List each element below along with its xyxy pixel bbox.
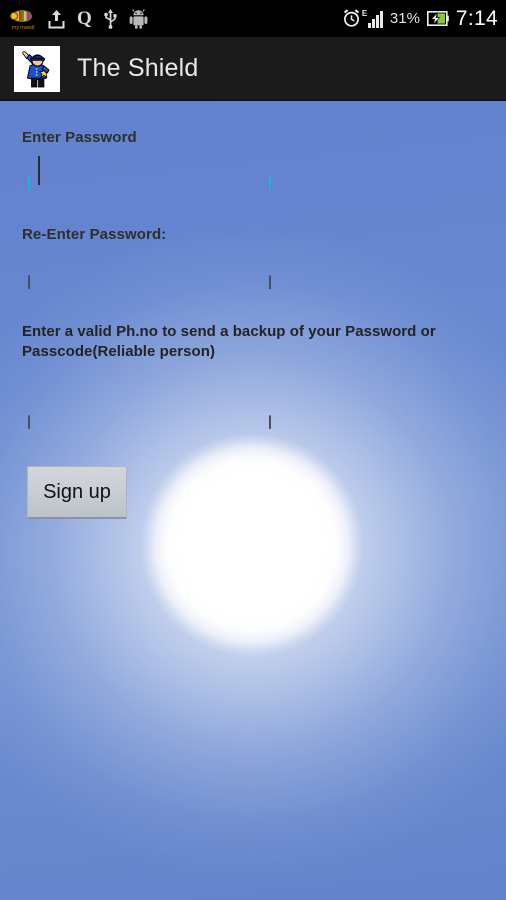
app-notification-bee-icon: my mandi xyxy=(10,8,36,31)
password-input-wrapper[interactable] xyxy=(28,154,271,190)
battery-percent-label: 31% xyxy=(389,10,420,27)
password-input[interactable] xyxy=(36,154,265,187)
action-bar: The Shield xyxy=(0,37,506,101)
signup-form-screen: Enter Password Re-Enter Password: Enter … xyxy=(0,101,506,900)
usb-icon xyxy=(103,8,117,29)
signup-button[interactable]: Sign up xyxy=(27,466,127,519)
text-caret xyxy=(38,156,40,185)
password-field-label: Enter Password xyxy=(22,129,137,146)
phone-input-wrapper[interactable] xyxy=(28,393,271,429)
clock-label: 7:14 xyxy=(455,6,498,30)
reenter-password-input-wrapper[interactable] xyxy=(28,253,271,289)
signal-bars-icon: E xyxy=(362,9,383,28)
network-type-label: E xyxy=(361,8,368,18)
status-bar: my mandi Q E 31% 7:14 xyxy=(0,0,506,37)
download-install-icon xyxy=(48,9,65,29)
phone-input[interactable] xyxy=(36,393,265,426)
police-officer-icon[interactable] xyxy=(14,45,60,92)
alarm-clock-icon xyxy=(342,9,361,28)
android-robot-icon xyxy=(129,8,148,29)
status-bar-system-icons: E 31% 7:14 xyxy=(342,7,498,31)
quickoffice-q-icon: Q xyxy=(77,8,92,29)
android-screen: my mandi Q E 31% 7:14 The Shield Enter P… xyxy=(0,0,506,900)
status-bar-notification-icons: my mandi Q xyxy=(10,8,342,31)
reenter-password-input[interactable] xyxy=(36,253,265,286)
app-title: The Shield xyxy=(77,54,199,82)
battery-charging-icon xyxy=(426,11,449,26)
bee-icon-label: my mandi xyxy=(11,24,35,31)
phone-backup-hint: Enter a valid Ph.no to send a backup of … xyxy=(22,323,436,360)
reenter-password-field-label: Re-Enter Password: xyxy=(22,226,167,243)
